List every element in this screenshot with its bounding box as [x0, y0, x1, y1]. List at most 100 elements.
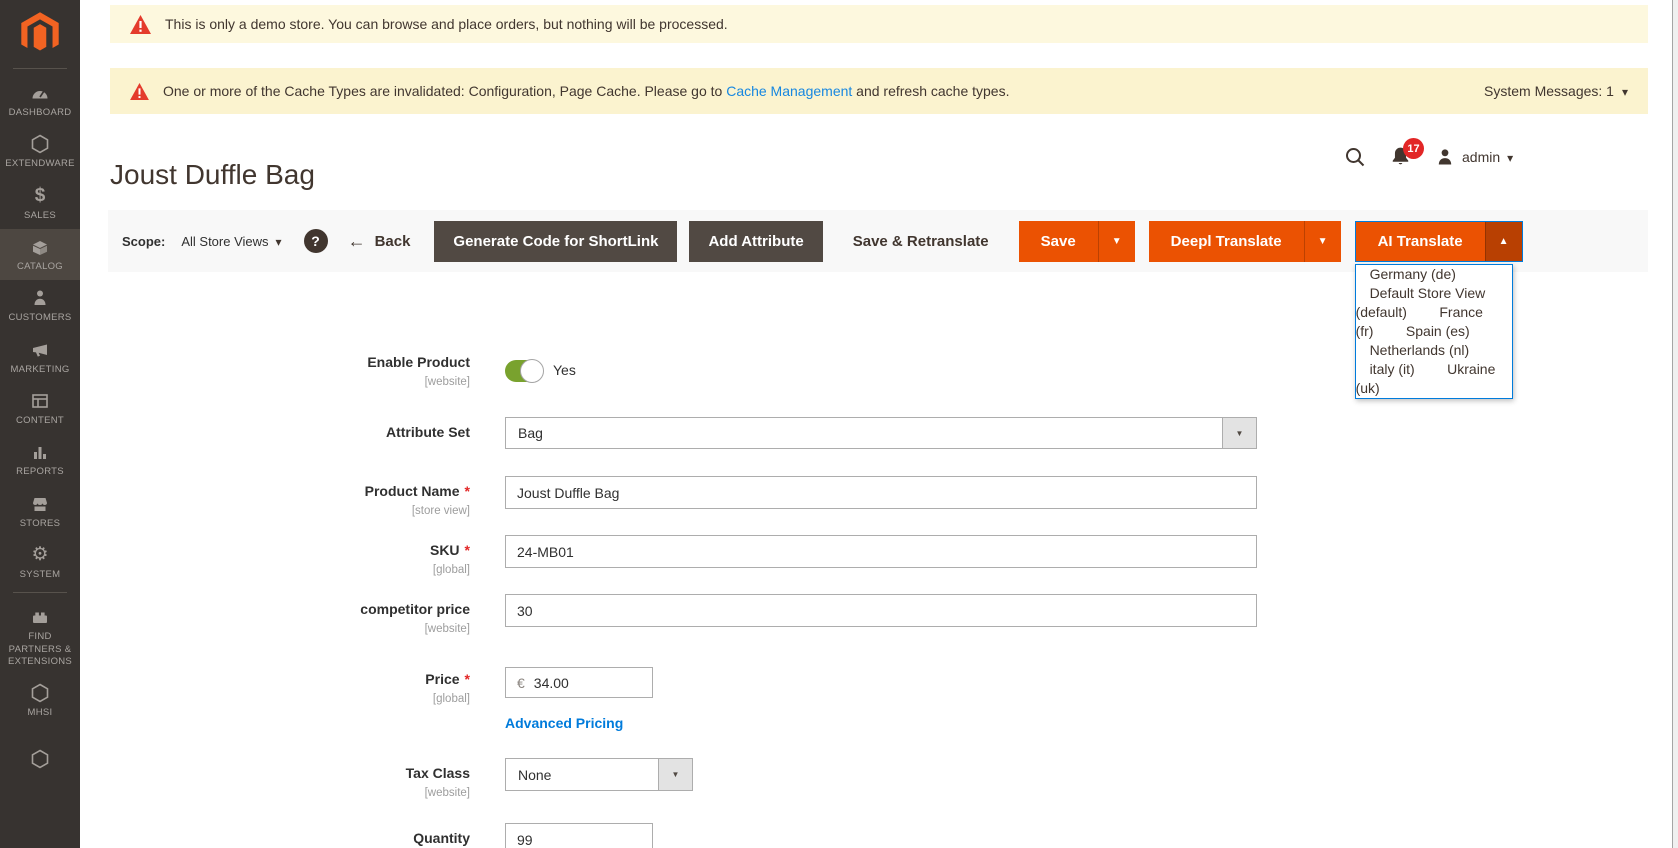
sidebar: DASHBOARD EXTENDWARE $ SALES CATALOG CUS…	[0, 0, 80, 848]
sidebar-item-sales[interactable]: $ SALES	[0, 178, 80, 229]
quantity-input[interactable]	[505, 823, 653, 848]
sidebar-item-label: EXTENDWARE	[5, 158, 75, 170]
cache-management-link[interactable]: Cache Management	[726, 83, 852, 99]
storefront-icon	[30, 494, 50, 514]
sidebar-item-mhsi[interactable]: MHSI	[0, 675, 80, 726]
magento-logo-icon	[18, 10, 62, 54]
price-label: Price [global]	[130, 671, 470, 708]
save-button[interactable]: Save	[1019, 221, 1098, 262]
deepl-translate-button[interactable]: Deepl Translate	[1149, 221, 1304, 262]
sidebar-item-label: DASHBOARD	[9, 107, 72, 119]
cache-warning-banner: One or more of the Cache Types are inval…	[110, 68, 1648, 114]
sku-input[interactable]	[505, 535, 1257, 568]
admin-user-menu[interactable]: admin	[1435, 147, 1513, 167]
sidebar-divider	[13, 68, 67, 69]
product-name-label: Product Name [store view]	[130, 483, 470, 520]
field-label-text: Enable Product	[367, 354, 470, 370]
hexagon-icon	[30, 749, 50, 769]
advanced-pricing-link[interactable]: Advanced Pricing	[505, 715, 623, 731]
sidebar-divider	[13, 592, 67, 593]
competitor-price-input[interactable]	[505, 594, 1257, 627]
save-split-button: Save	[1019, 221, 1135, 262]
magento-admin-page: DASHBOARD EXTENDWARE $ SALES CATALOG CUS…	[0, 0, 1678, 848]
user-icon	[1435, 147, 1455, 167]
ai-dropdown-arrow[interactable]	[1485, 222, 1522, 261]
ai-translate-split-button: AI Translate Germany (de) Default Store …	[1355, 221, 1523, 262]
sku-label: SKU [global]	[130, 542, 470, 579]
competitor-price-label: competitor price [website]	[130, 601, 470, 638]
field-label-text: SKU	[430, 542, 470, 558]
price-input[interactable]: € 34.00	[505, 667, 653, 698]
hexagon-icon	[30, 134, 50, 154]
sidebar-item-label: SALES	[24, 210, 56, 222]
brick-icon	[30, 607, 50, 627]
demo-store-banner: This is only a demo store. You can brows…	[110, 5, 1648, 43]
sidebar-item-extendware[interactable]: EXTENDWARE	[0, 126, 80, 177]
chevron-down-icon	[276, 234, 282, 249]
sidebar-item-system[interactable]: ⚙ SYSTEM	[0, 537, 80, 588]
add-attribute-button[interactable]: Add Attribute	[689, 221, 822, 262]
tax-class-select[interactable]: None	[505, 758, 693, 791]
cache-text-suffix: and refresh cache types.	[852, 83, 1009, 99]
search-icon[interactable]	[1344, 146, 1366, 168]
save-retranslate-button[interactable]: Save & Retranslate	[837, 221, 1005, 262]
field-scope-note: [website]	[130, 374, 470, 391]
sidebar-item-dashboard[interactable]: DASHBOARD	[0, 75, 80, 126]
attribute-set-select[interactable]: Bag	[505, 417, 1257, 449]
tax-class-value: None	[506, 759, 658, 790]
back-button[interactable]: ← Back	[348, 231, 411, 252]
sidebar-item-label: MARKETING	[10, 364, 69, 376]
dollar-icon: $	[35, 186, 46, 206]
sidebar-item-content[interactable]: CONTENT	[0, 383, 80, 434]
sidebar-item-label: CUSTOMERS	[8, 312, 71, 324]
enable-product-toggle[interactable]	[505, 360, 543, 382]
deepl-dropdown-arrow[interactable]	[1304, 221, 1341, 262]
store-scope-switcher[interactable]: All Store Views	[181, 234, 281, 249]
cache-text-prefix: One or more of the Cache Types are inval…	[163, 83, 726, 99]
hexagon-icon	[30, 683, 50, 703]
sidebar-item-label: STORES	[20, 518, 61, 530]
field-label-text: Attribute Set	[386, 424, 470, 440]
system-messages-toggle[interactable]: System Messages: 1	[1484, 83, 1628, 99]
dashboard-icon	[30, 83, 50, 103]
scope-value-text: All Store Views	[181, 234, 268, 249]
sidebar-item-reports[interactable]: REPORTS	[0, 434, 80, 485]
enable-product-label: Enable Product [website]	[130, 354, 470, 391]
field-scope-note: [global]	[130, 691, 470, 708]
sidebar-item-partial[interactable]	[0, 741, 80, 776]
layout-icon	[30, 391, 50, 411]
gear-icon: ⚙	[31, 545, 48, 565]
sidebar-item-stores[interactable]: STORES	[0, 486, 80, 537]
product-name-input[interactable]	[505, 476, 1257, 509]
warning-icon	[130, 15, 151, 34]
sidebar-item-find-partners[interactable]: FIND PARTNERS & EXTENSIONS	[0, 599, 80, 675]
tax-class-label: Tax Class [website]	[130, 765, 470, 802]
sidebar-item-label: FIND PARTNERS & EXTENSIONS	[2, 631, 78, 668]
attribute-set-value: Bag	[506, 418, 1222, 448]
chevron-down-icon	[1622, 83, 1628, 99]
demo-store-text: This is only a demo store. You can brows…	[165, 16, 728, 32]
sidebar-item-catalog[interactable]: CATALOG	[0, 229, 80, 280]
notifications-bell-icon[interactable]: 17	[1390, 146, 1411, 168]
attribute-set-label: Attribute Set	[130, 424, 470, 441]
field-label-text: competitor price	[360, 601, 470, 617]
scrollbar-track[interactable]	[1672, 0, 1678, 848]
toggle-knob	[520, 359, 544, 383]
back-arrow-icon: ←	[348, 231, 366, 252]
field-scope-note: [website]	[130, 785, 470, 802]
help-icon[interactable]: ?	[304, 229, 328, 253]
ai-translate-button[interactable]: AI Translate	[1356, 222, 1485, 261]
magento-logo[interactable]	[0, 0, 80, 64]
field-label-text: Product Name	[365, 483, 470, 499]
price-value: 34.00	[534, 675, 569, 691]
cache-warning-text: One or more of the Cache Types are inval…	[163, 83, 1009, 99]
save-dropdown-arrow[interactable]	[1098, 221, 1135, 262]
enable-product-value: Yes	[553, 362, 576, 378]
sidebar-item-customers[interactable]: CUSTOMERS	[0, 280, 80, 331]
bar-chart-icon	[30, 442, 50, 462]
warning-icon	[130, 83, 149, 100]
field-label-text: Quantity	[413, 830, 470, 846]
generate-shortlink-button[interactable]: Generate Code for ShortLink	[434, 221, 677, 262]
system-messages-label: System Messages: 1	[1484, 83, 1614, 99]
sidebar-item-marketing[interactable]: MARKETING	[0, 332, 80, 383]
